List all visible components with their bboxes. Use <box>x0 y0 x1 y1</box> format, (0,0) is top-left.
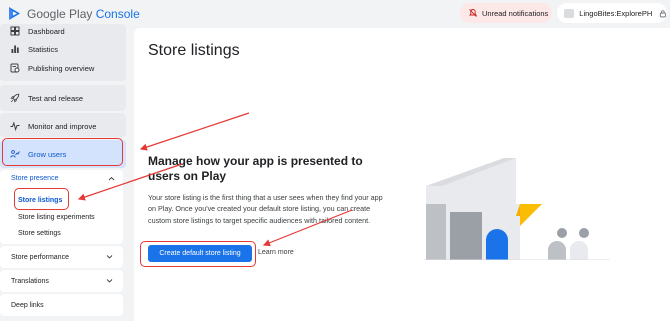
unread-notifications-chip[interactable]: Unread notifications <box>460 3 552 23</box>
empty-state-description: Your store listing is the first thing th… <box>148 193 383 225</box>
sidebar-item-dashboard[interactable]: Dashboard <box>0 22 126 40</box>
sidebar-item-label: Test and release <box>28 93 84 103</box>
create-default-store-listing-button[interactable]: Create default store listing <box>148 245 252 262</box>
main-content: Store listings Manage how your app is pr… <box>134 28 670 321</box>
sidebar-section-deep-links[interactable]: Deep links <box>0 294 123 316</box>
sidebar-item-label: Statistics <box>28 44 59 54</box>
sidebar-item-label: Publishing overview <box>28 63 95 73</box>
chevron-down-icon <box>106 255 113 259</box>
sidebar-item-publishing-overview[interactable]: Publishing overview <box>0 59 126 77</box>
chevron-up-icon <box>108 176 115 181</box>
sidebar-item-label: Dashboard <box>28 26 65 36</box>
account-avatar <box>564 8 575 18</box>
sidebar-item-grow-users[interactable]: Grow users <box>0 145 126 163</box>
dashboard-icon <box>10 26 20 36</box>
notification-icon <box>469 9 477 17</box>
subitem-label: Store listings <box>18 196 63 204</box>
sidebar-subitem-store-listings[interactable]: Store listings <box>0 192 126 208</box>
store-illustration <box>424 156 610 260</box>
account-name: LingoBites:ExplorePH <box>579 8 653 18</box>
grow-users-icon <box>10 150 20 158</box>
sidebar-section-store-performance[interactable]: Store performance <box>0 246 123 268</box>
rocket-icon <box>10 93 20 103</box>
sidebar-item-statistics[interactable]: Statistics <box>0 40 126 58</box>
empty-state-heading: Manage how your app is presented to user… <box>148 154 363 183</box>
logo-text-console: Console <box>95 6 140 21</box>
chevron-down-icon <box>106 279 113 283</box>
section-label: Translations <box>11 277 49 285</box>
learn-more-link[interactable]: Learn more <box>258 249 294 256</box>
sidebar-item-label: Monitor and improve <box>28 121 97 131</box>
subitem-label: Store listing experiments <box>18 213 95 221</box>
logo-text-google-play: Google Play <box>27 6 93 21</box>
logo-text: Google Play Console <box>27 7 140 21</box>
publishing-icon <box>10 63 20 73</box>
store-presence-label: Store presence <box>11 174 59 182</box>
pulse-icon <box>10 121 20 131</box>
sidebar-item-monitor-and-improve[interactable]: Monitor and improve <box>0 117 126 135</box>
subitem-label: Store settings <box>18 229 61 237</box>
sidebar-nav: Dashboard Statistics Publishing overview… <box>0 24 126 321</box>
notification-label: Unread notifications <box>482 8 549 18</box>
play-console-logo[interactable]: Google Play Console <box>8 6 140 21</box>
sidebar-item-test-and-release[interactable]: Test and release <box>0 89 126 107</box>
sidebar-section-translations[interactable]: Translations <box>0 270 123 292</box>
sidebar-subitem-store-settings[interactable]: Store settings <box>0 225 126 241</box>
page-title: Store listings <box>148 42 240 59</box>
section-label: Store performance <box>11 253 69 261</box>
play-console-window: Google Play Console Unread notifications… <box>0 0 670 321</box>
bar-chart-icon <box>11 45 19 53</box>
account-chip[interactable]: LingoBites:ExplorePH <box>557 3 667 23</box>
lock-icon <box>660 9 667 17</box>
sidebar-subitem-store-listing-experiments[interactable]: Store listing experiments <box>0 209 126 225</box>
sidebar-item-label: Grow users <box>28 149 67 159</box>
play-console-logo-icon <box>9 7 20 20</box>
store-presence-header[interactable]: Store presence <box>0 170 126 186</box>
section-label: Deep links <box>11 301 44 309</box>
